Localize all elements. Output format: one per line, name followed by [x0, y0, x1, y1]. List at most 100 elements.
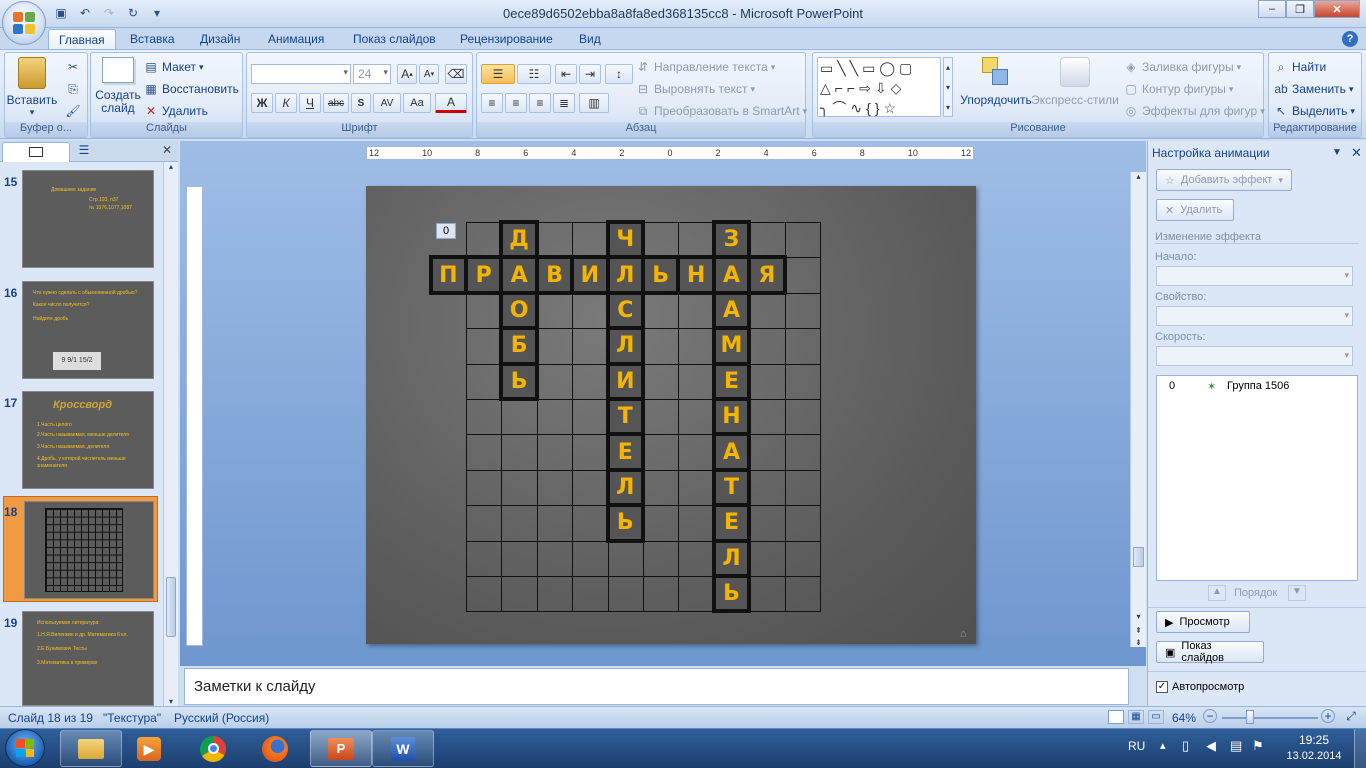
shape-fill-button[interactable]: ◈ Заливка фигуры ▾: [1123, 59, 1241, 75]
animation-tag[interactable]: 0: [436, 223, 456, 239]
arrange-button[interactable]: Упорядочить: [959, 57, 1033, 107]
underline-button[interactable]: Ч: [299, 93, 321, 113]
new-slide-button[interactable]: Создать слайд: [95, 57, 141, 115]
preview-button[interactable]: ▶ Просмотр: [1156, 611, 1250, 633]
font-size-box[interactable]: 24 ▾: [353, 64, 391, 84]
shrink-font-icon[interactable]: A ▾: [419, 64, 439, 84]
tab-design[interactable]: Дизайн: [190, 29, 250, 50]
tab-animation[interactable]: Анимация: [258, 29, 334, 50]
grow-font-icon[interactable]: A ▴: [397, 64, 417, 84]
language-indicator[interactable]: Русский (Россия): [174, 711, 269, 725]
animation-list[interactable]: 0 ✶ Группа 1506: [1156, 375, 1358, 581]
shapes-gallery[interactable]: ▭╲╲▭◯▢ △⌐⌐⇨⇩◇ ╮⌒∿{}☆: [817, 57, 941, 117]
taskbar-firefox[interactable]: [244, 730, 306, 767]
increase-indent-icon[interactable]: ⇥: [579, 64, 601, 84]
help-icon[interactable]: ?: [1342, 31, 1358, 47]
theme-name[interactable]: "Текстура": [103, 711, 161, 725]
close-pane-icon[interactable]: ✕: [162, 143, 176, 159]
slide-thumb-17[interactable]: Кроссворд 1.Часть целого 2.Часть называе…: [22, 391, 154, 489]
align-text-button[interactable]: ⊟ Выровнять текст ▾: [635, 81, 755, 97]
numbering-icon[interactable]: ☷: [517, 64, 551, 84]
crossword-grid[interactable]: ПРАВИЛЬНАЯДОБЬЧСЛИТЕЛЬЗАМЕНАТЕЛЬ: [428, 220, 831, 614]
shadow-button[interactable]: S: [351, 93, 371, 113]
tray-device-icon[interactable]: ▯: [1182, 738, 1189, 754]
network-icon[interactable]: ▤: [1230, 738, 1242, 754]
tab-insert[interactable]: Вставка: [120, 29, 185, 50]
action-center-icon[interactable]: ⚑: [1252, 738, 1264, 754]
slide-thumb-16[interactable]: Что нужно сделать с обыкновенной дробью?…: [22, 281, 154, 379]
font-color-button[interactable]: A: [435, 93, 467, 113]
text-direction-button[interactable]: ⇵ Направление текста ▾: [635, 59, 775, 75]
fit-window-icon[interactable]: ⤢: [1342, 709, 1360, 725]
scroll-up-icon[interactable]: ▴: [164, 162, 178, 171]
office-button[interactable]: [2, 1, 46, 45]
speed-combo[interactable]: ▾: [1156, 346, 1353, 366]
zoom-out-icon[interactable]: −: [1203, 709, 1217, 723]
align-left-icon[interactable]: ≡: [481, 93, 503, 113]
volume-icon[interactable]: ◀: [1206, 738, 1216, 754]
next-slide-icon[interactable]: ⇟: [1131, 638, 1146, 647]
tab-slideshow[interactable]: Показ слайдов: [343, 29, 446, 50]
strikethrough-button[interactable]: abc: [323, 93, 349, 113]
taskbar-media-player[interactable]: ▶: [118, 730, 180, 767]
decrease-indent-icon[interactable]: ⇤: [555, 64, 577, 84]
tab-slides[interactable]: [2, 142, 70, 162]
slide-thumb-15[interactable]: Домашнее задание Стр.193, п37 № 1076,107…: [22, 170, 154, 268]
find-button[interactable]: ⌕ Найти: [1273, 59, 1327, 75]
quick-styles-button[interactable]: Экспресс-стили: [1031, 57, 1119, 107]
paste-dropdown-icon[interactable]: ▾: [11, 107, 53, 118]
cut-icon[interactable]: ✂: [65, 59, 81, 75]
slides-pane-scroll-thumb[interactable]: [166, 577, 176, 637]
prev-slide-icon[interactable]: ⇞: [1131, 626, 1146, 635]
copy-icon[interactable]: ⎘: [65, 81, 81, 97]
tab-home[interactable]: Главная: [48, 29, 116, 50]
taskbar-word[interactable]: W: [372, 730, 434, 767]
slide-sorter-icon[interactable]: ▦: [1128, 710, 1144, 724]
autopreview-option[interactable]: ✓ Автопросмотр: [1156, 681, 1244, 693]
format-painter-icon[interactable]: 🖌: [65, 103, 81, 119]
slide-canvas[interactable]: 0 ПРАВИЛЬНАЯДОБЬЧСЛИТЕЛЬЗАМЕНАТЕЛЬ ⌂: [366, 186, 976, 644]
slideshow-button[interactable]: ▣ Показ слайдов: [1156, 640, 1264, 664]
font-name-box[interactable]: ▾: [251, 64, 351, 84]
add-effect-button[interactable]: ☆ Добавить эффект ▾: [1156, 169, 1292, 191]
show-desktop-button[interactable]: [1354, 729, 1366, 768]
bold-button[interactable]: Ж: [251, 93, 273, 113]
zoom-in-icon[interactable]: +: [1321, 709, 1335, 723]
close-button[interactable]: ✕: [1314, 0, 1360, 18]
start-button[interactable]: [5, 729, 45, 767]
maximize-button[interactable]: ❐: [1286, 0, 1314, 18]
bullets-icon[interactable]: ☰: [481, 64, 515, 84]
tab-review[interactable]: Рецензирование: [450, 29, 563, 50]
tab-view[interactable]: Вид: [569, 29, 611, 50]
select-button[interactable]: ↖ Выделить ▾: [1273, 103, 1355, 119]
char-spacing-button[interactable]: AV: [373, 93, 401, 113]
shape-effects-button[interactable]: ◎ Эффекты для фигур ▾: [1123, 103, 1265, 119]
columns-icon[interactable]: ▥: [579, 93, 609, 113]
smartart-button[interactable]: ⧉ Преобразовать в SmartArt ▾: [635, 103, 807, 119]
remove-effect-button[interactable]: ✕ Удалить: [1156, 199, 1234, 221]
zoom-level[interactable]: 64%: [1172, 711, 1196, 725]
main-scroll-down-icon[interactable]: ▾: [1131, 612, 1146, 621]
pane-options-icon[interactable]: ▼: [1332, 147, 1342, 158]
paste-button[interactable]: Вставить ▾: [7, 57, 57, 118]
align-center-icon[interactable]: ≡: [505, 93, 527, 113]
minimize-button[interactable]: –: [1258, 0, 1286, 18]
normal-view-icon[interactable]: [1108, 710, 1124, 724]
zoom-slider-track[interactable]: [1222, 717, 1318, 719]
main-scroll-thumb[interactable]: [1133, 547, 1144, 567]
layout-button[interactable]: ▤ Макет ▾: [143, 59, 203, 75]
property-combo[interactable]: ▾: [1156, 306, 1353, 326]
slide-thumb-18[interactable]: [24, 501, 154, 599]
scroll-down-icon[interactable]: ▾: [164, 697, 178, 706]
reset-button[interactable]: ▦ Восстановить: [143, 81, 239, 97]
autopreview-checkbox[interactable]: ✓: [1156, 681, 1168, 693]
notes-pane[interactable]: Заметки к слайду: [184, 668, 1129, 705]
slides-pane-scrollbar[interactable]: ▴ ▾: [163, 162, 178, 706]
justify-icon[interactable]: ≣: [553, 93, 575, 113]
main-scrollbar[interactable]: ▴ ▾ ⇞ ⇟: [1130, 172, 1146, 647]
clock-time[interactable]: 19:25: [1284, 733, 1344, 747]
start-combo[interactable]: ▾: [1156, 266, 1353, 286]
slide-thumb-19[interactable]: Используемая литература: 1.Н.Я.Виленкин …: [22, 611, 154, 706]
slideshow-view-icon[interactable]: ▭: [1148, 710, 1164, 724]
taskbar-explorer[interactable]: [60, 730, 122, 767]
